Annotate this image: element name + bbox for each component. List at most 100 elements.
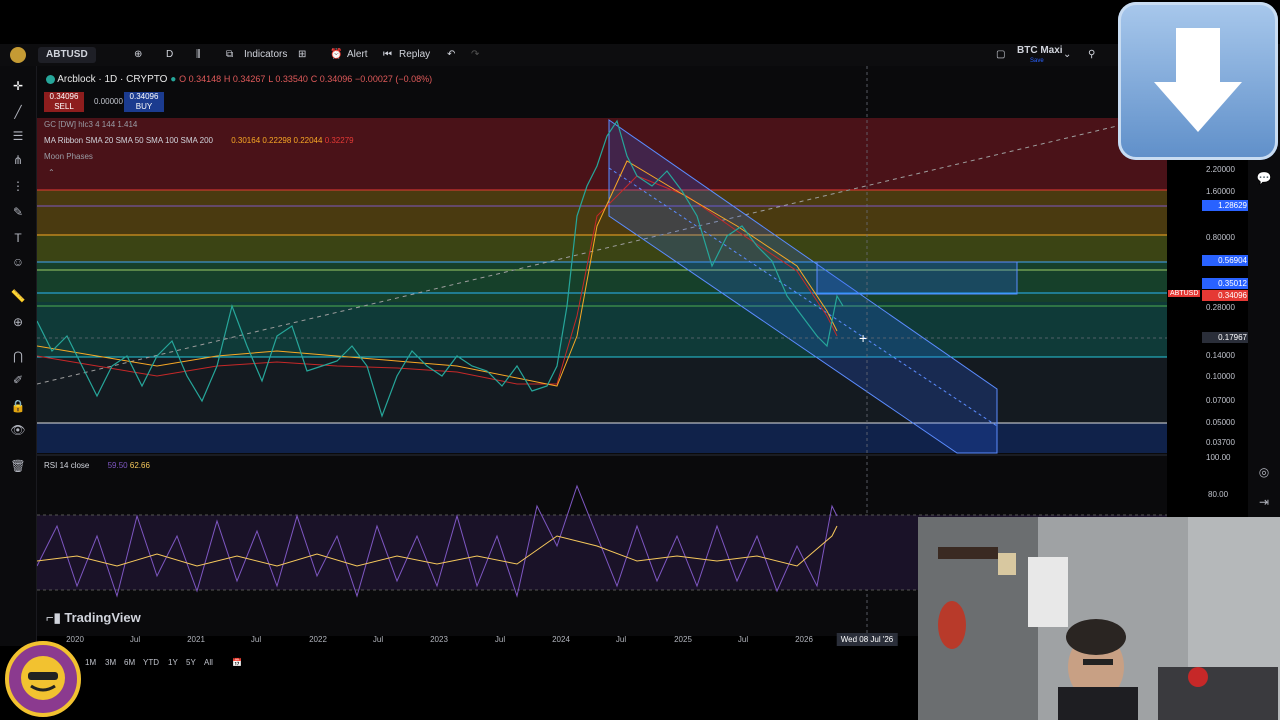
buy-label: BUY (135, 102, 153, 111)
target-zone-box[interactable] (816, 261, 1018, 295)
layout-icon[interactable]: ▢ (996, 44, 1005, 66)
download-arrow-icon (1118, 2, 1278, 160)
time-tick: Jul (372, 635, 384, 644)
range-ytd[interactable]: YTD (143, 658, 159, 667)
ma-ribbon-label: MA Ribbon SMA 20 SMA 50 SMA 100 SMA 200 (44, 136, 213, 145)
date-range-icon[interactable]: 📅 (232, 658, 242, 667)
range-1y[interactable]: 1Y (168, 658, 178, 667)
fib-icon[interactable]: ⋮ (10, 178, 26, 194)
ma-value-3: 0.22044 (293, 136, 323, 145)
range-all[interactable]: All (204, 658, 213, 667)
legend-high: H 0.34267 (223, 74, 266, 84)
indicator-ma-ribbon[interactable]: MA Ribbon SMA 20 SMA 50 SMA 100 SMA 200 … (44, 136, 354, 145)
chart-type-icon[interactable]: ⫼ (196, 44, 201, 66)
range-1m[interactable]: 1M (85, 658, 96, 667)
price-tick: 2.20000 (1206, 165, 1235, 174)
collapse-legend-icon[interactable]: ⌃ (48, 168, 55, 177)
alert-button[interactable]: Alert (347, 44, 368, 66)
legend-open: O 0.34148 (179, 74, 222, 84)
target-icon[interactable]: ◎ (1256, 464, 1272, 480)
emoji-icon[interactable]: ☺ (10, 254, 26, 270)
replay-button[interactable]: Replay (399, 44, 430, 66)
price-badge-box-bottom: 0.35012 (1202, 278, 1250, 289)
buy-price: 0.34096 (129, 92, 159, 101)
layout-chevron-down-icon[interactable]: ⌄ (1063, 44, 1071, 66)
price-tick: 0.05000 (1206, 418, 1235, 427)
text-icon[interactable]: T (10, 230, 26, 246)
replay-icon[interactable]: ⏮ (383, 44, 392, 66)
price-tick: 0.03700 (1206, 438, 1235, 447)
undo-icon[interactable]: ↶ (447, 44, 455, 66)
rsi-tick: 100.00 (1206, 453, 1231, 462)
range-5y[interactable]: 5Y (186, 658, 196, 667)
legend-low: L 0.33540 (268, 74, 308, 84)
range-bar: 1M 3M 6M YTD 1Y 5Y All 📅 (37, 655, 337, 673)
zoom-icon[interactable]: ⊕ (10, 314, 26, 330)
range-6m[interactable]: 6M (124, 658, 135, 667)
symbol-search-button[interactable]: ABTUSD (38, 47, 96, 63)
indicator-moon-phases[interactable]: Moon Phases (44, 152, 93, 161)
fib-zone-teal (37, 302, 1167, 357)
legend-change: −0.00027 (−0.08%) (355, 74, 433, 84)
tradingview-logo: ⌐▮ TradingView (46, 610, 141, 626)
price-tick: 0.80000 (1206, 233, 1235, 242)
add-symbol-icon[interactable]: ⊕ (134, 44, 142, 66)
sell-button[interactable]: 0.34096 SELL (44, 92, 84, 112)
price-axis[interactable]: 2.20000 1.60000 0.80000 0.28000 0.14000 … (1168, 120, 1250, 462)
time-tick: 2026 (795, 635, 813, 644)
templates-icon[interactable]: ⊞ (298, 44, 306, 66)
rsi-tick: 80.00 (1208, 490, 1229, 499)
price-badge-box-top: 0.56904 (1202, 255, 1250, 266)
legend-header: Arcblock · 1D · CRYPTO ● O 0.34148 H 0.3… (46, 74, 432, 85)
lock-icon[interactable]: 🔒 (10, 398, 26, 414)
rsi-legend[interactable]: RSI 14 close 59.50 62.66 (44, 461, 150, 470)
scroll-to-end-icon[interactable]: ⇥ (1256, 494, 1272, 510)
webcam-overlay (918, 517, 1280, 720)
price-tick: 0.10000 (1206, 372, 1235, 381)
fib-zone-yellow (37, 235, 1167, 262)
chat-icon[interactable]: 💬 (1256, 170, 1272, 186)
interval-button[interactable]: D (166, 44, 173, 66)
range-3m[interactable]: 3M (105, 658, 116, 667)
ma-value-2: 0.22298 (262, 136, 292, 145)
crosshair-date-badge: Wed 08 Jul '26 (836, 633, 898, 646)
time-tick: 2024 (552, 635, 570, 644)
indicator-gc[interactable]: GC [DW] hlc3 4 144 1.414 (44, 120, 137, 129)
rsi-value-1: 59.50 (107, 461, 128, 470)
svg-text:+: + (859, 330, 867, 346)
price-tick: 0.07000 (1206, 396, 1235, 405)
horizontal-lines-icon[interactable]: ☰ (10, 128, 26, 144)
time-tick: 2025 (674, 635, 692, 644)
magnet-icon[interactable]: ⋂ (10, 348, 26, 364)
trendline-icon[interactable]: ╱ (10, 104, 26, 120)
spread-value: 0.00000 (94, 97, 123, 106)
stay-in-drawing-icon[interactable]: ✐ (10, 372, 26, 388)
rsi-label: RSI (44, 461, 58, 470)
legend-title[interactable]: Arcblock · 1D · CRYPTO (57, 74, 167, 85)
alert-icon[interactable]: ⏰ (330, 44, 342, 66)
tv-wordmark: TradingView (64, 610, 141, 625)
ma-value-4: 0.32279 (324, 136, 354, 145)
rsi-params: 14 close (59, 461, 90, 470)
redo-icon[interactable]: ↷ (471, 44, 479, 66)
crosshair-price-badge: 0.17967 (1202, 332, 1250, 343)
ma-value-1: 0.30164 (231, 136, 261, 145)
user-avatar[interactable] (10, 47, 26, 63)
ruler-icon[interactable]: 📏 (10, 288, 26, 304)
time-tick: Jul (737, 635, 749, 644)
trash-icon[interactable]: 🗑 (10, 458, 26, 474)
quick-search-icon[interactable]: ⚲ (1088, 44, 1095, 66)
pitchfork-icon[interactable]: ⋔ (10, 152, 26, 168)
indicators-button[interactable]: Indicators (244, 44, 287, 66)
symbol-price-tag: ABTUSD (1168, 290, 1201, 297)
crosshair-icon[interactable]: ✛ (10, 78, 26, 94)
indicators-icon[interactable]: ⧉ (226, 44, 233, 66)
fib-zone-orange (37, 190, 1167, 235)
eye-icon[interactable]: 👁 (10, 422, 26, 438)
top-toolbar: ABTUSD ⊕ D ⫼ ⧉ Indicators ⊞ ⏰ Alert ⏮ Re… (0, 44, 1280, 67)
buy-button[interactable]: 0.34096 BUY (124, 92, 164, 112)
price-tick: 1.60000 (1206, 187, 1235, 196)
rsi-value-2: 62.66 (129, 461, 150, 470)
brush-icon[interactable]: ✎ (10, 204, 26, 220)
fib-zone-red (37, 118, 1167, 190)
